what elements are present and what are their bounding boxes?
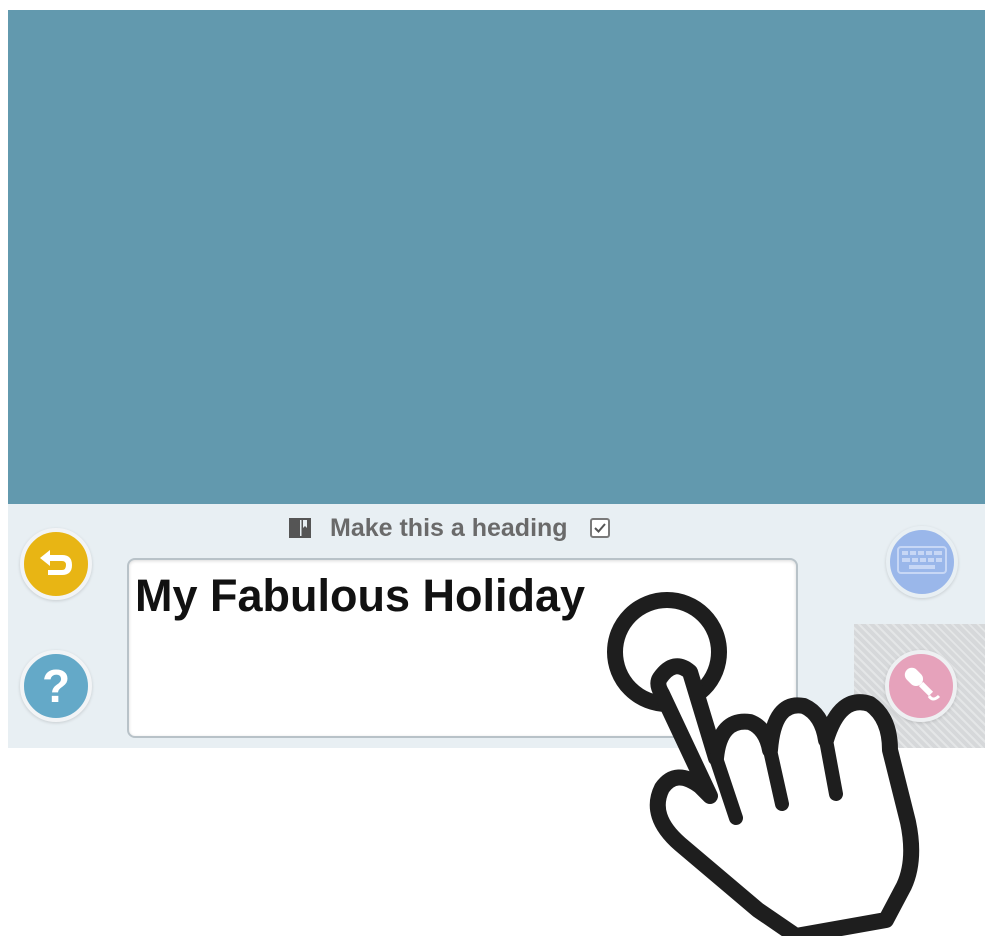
bookmark-icon xyxy=(288,516,312,540)
help-button[interactable]: ? xyxy=(20,650,92,722)
microphone-icon xyxy=(899,662,943,711)
heading-text-value: My Fabulous Holiday xyxy=(135,570,586,621)
page-canvas[interactable] xyxy=(8,10,985,504)
heading-checkbox[interactable] xyxy=(589,518,610,538)
keyboard-button[interactable] xyxy=(886,526,958,598)
heading-toggle-label: Make this a heading xyxy=(330,513,568,542)
microphone-button[interactable] xyxy=(885,650,957,722)
heading-toggle-row[interactable]: Make this a heading xyxy=(288,514,610,542)
question-icon: ? xyxy=(41,660,71,712)
heading-text-input[interactable]: My Fabulous Holiday xyxy=(127,558,798,738)
keyboard-icon xyxy=(897,545,947,579)
undo-button[interactable] xyxy=(20,528,92,600)
undo-arrow-icon xyxy=(36,544,76,585)
